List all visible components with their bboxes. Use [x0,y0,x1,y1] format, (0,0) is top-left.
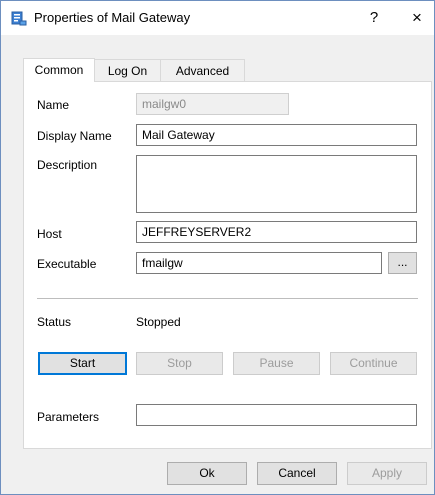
display-name-label: Display Name [37,129,112,143]
host-label: Host [37,227,62,241]
name-field: mailgw0 [136,93,289,115]
cancel-button[interactable]: Cancel [257,462,337,485]
executable-field[interactable]: fmailgw [136,252,382,274]
display-name-field[interactable]: Mail Gateway [136,124,417,146]
apply-button[interactable]: Apply [347,462,427,485]
status-value: Stopped [136,315,181,329]
tab-advanced[interactable]: Advanced [160,59,245,82]
app-icon [11,10,27,26]
host-field[interactable]: JEFFREYSERVER2 [136,221,417,243]
continue-button[interactable]: Continue [330,352,417,375]
description-field[interactable] [136,155,417,213]
separator [37,298,418,299]
stop-button[interactable]: Stop [136,352,223,375]
description-label: Description [37,158,98,172]
start-button[interactable]: Start [38,352,127,375]
browse-button[interactable]: ... [388,252,417,274]
parameters-label: Parameters [37,410,100,424]
tab-log-on[interactable]: Log On [94,59,161,82]
ok-button[interactable]: Ok [167,462,247,485]
name-label: Name [37,98,70,112]
close-button[interactable]: × [396,1,435,35]
help-button[interactable]: ? [353,1,395,35]
parameters-field[interactable] [136,404,417,426]
pause-button[interactable]: Pause [233,352,320,375]
tab-common[interactable]: Common [23,58,95,82]
properties-dialog: Properties of Mail Gateway ? × Common Lo… [0,0,435,495]
executable-label: Executable [37,257,97,271]
window-title: Properties of Mail Gateway [34,10,191,25]
title-bar[interactable]: Properties of Mail Gateway ? × [1,1,434,35]
status-label: Status [37,315,72,329]
